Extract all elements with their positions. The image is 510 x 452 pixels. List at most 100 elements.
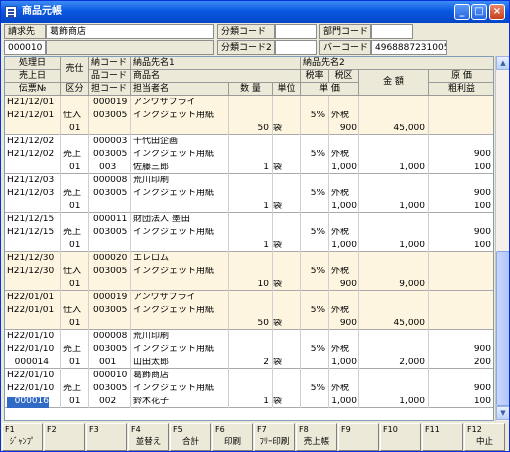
fkey-f9-button[interactable]: F9 (338, 423, 379, 451)
billing-name-field[interactable]: 葛飾商店 (46, 24, 214, 39)
cell-n2: インクジェット用紙 (133, 306, 215, 315)
cell-qty: 2 (263, 358, 269, 367)
fkey-f6-button[interactable]: F6 印刷 (212, 423, 253, 451)
cell-slip (7, 124, 49, 135)
cell-rate: 5% (310, 384, 325, 393)
billing-code-field[interactable]: 000010 (4, 40, 46, 55)
cell-n2: インクジェット用紙 (133, 150, 215, 159)
cell-amount: 2,000 (399, 358, 425, 367)
fkey-label: 中止 (475, 437, 493, 447)
row-divider (428, 96, 429, 135)
cell-ic: 003005 (93, 267, 128, 276)
cell-n3 (133, 280, 227, 291)
row-divider (88, 96, 89, 135)
cell-profit (431, 124, 491, 135)
maximize-button[interactable]: □ (471, 4, 487, 20)
cell-type: 売上 (63, 150, 82, 159)
row-divider (130, 96, 131, 135)
cell-tax: 外税 (331, 306, 350, 315)
row-divider (130, 291, 131, 330)
cell-d2: H22/01/01 (7, 306, 55, 315)
row-divider (88, 213, 89, 252)
row-divider (88, 174, 89, 213)
cell-rc (99, 241, 129, 252)
cell-tax: 外税 (331, 189, 350, 198)
cell-type: 売上 (63, 189, 82, 198)
table-row[interactable]: H21/12/30 H21/12/30 仕入 01 000020 003005 エレロム イン… (5, 252, 493, 291)
cell-unit: 袋 (273, 397, 283, 406)
cell-dc: 000010 (93, 371, 128, 380)
cell-cost (431, 306, 491, 317)
fkey-number: F3 (89, 425, 99, 434)
cell-profit (431, 280, 491, 291)
table-row[interactable]: H21/12/02 H21/12/02 売上 01 000003 003005 003 千代田… (5, 135, 493, 174)
cell-dc: 000008 (93, 176, 128, 185)
cell-d1: H22/01/10 (7, 332, 55, 341)
cell-rc (99, 202, 129, 213)
fkey-f7-button[interactable]: F7 ﾌﾘｰ印刷 (254, 423, 295, 451)
cell-kubun: 01 (69, 163, 81, 172)
row-divider (300, 252, 301, 291)
fkey-f11-button[interactable]: F11 (422, 423, 463, 451)
row-divider (130, 252, 131, 291)
cell-unit: 袋 (273, 358, 283, 367)
table-row[interactable]: H21/12/15 H21/12/15 売上 01 000011 003005 財団法人 墨… (5, 213, 493, 252)
cell-n3 (133, 202, 227, 213)
table-row[interactable]: H22/01/10 H22/01/10 000014 売上 01 000008 003005… (5, 330, 493, 369)
cell-n2: インクジェット用紙 (133, 345, 215, 354)
cell-rc: 003 (99, 163, 117, 172)
fkey-f10-button[interactable]: F10 (380, 423, 421, 451)
cell-rc (99, 319, 129, 330)
cell-price: 1,000 (331, 397, 357, 406)
cell-qty: 1 (263, 163, 269, 172)
scroll-up-icon[interactable]: ▲ (496, 56, 509, 70)
cell-slip (7, 202, 49, 213)
cell-amount: 1,000 (399, 202, 425, 211)
cell-d1: H22/01/01 (7, 293, 55, 302)
fkey-f3-button[interactable]: F3 (86, 423, 127, 451)
close-button[interactable]: × (489, 4, 505, 20)
cell-n2: インクジェット用紙 (133, 111, 215, 120)
class-code2-field[interactable] (275, 40, 317, 55)
scroll-down-icon[interactable]: ▼ (496, 406, 509, 420)
cell-dc: 000019 (93, 293, 128, 302)
cell-qty: 1 (263, 202, 269, 211)
row-divider (358, 330, 359, 369)
table-row[interactable]: H21/12/01 H21/12/01 仕入 01 000019 003005 アンワサプラ… (5, 96, 493, 135)
table-row[interactable]: H21/12/03 H21/12/03 売上 01 000008 003005 荒川印刷 イン… (5, 174, 493, 213)
cell-slip (7, 163, 49, 174)
vertical-scrollbar[interactable]: ▲ ▼ (495, 56, 509, 421)
class-code-label: 分類コード (217, 24, 275, 39)
cell-profit: 200 (473, 358, 491, 367)
ledger-grid[interactable]: 処理日 売上日 伝票№ 売仕 区分 納コード 品コード 担コード 納品先名1 商… (4, 56, 494, 421)
title-bar[interactable]: 商品元帳 _ □ × (1, 1, 509, 23)
cell-ic: 003005 (93, 189, 128, 198)
col-deliv-name2: 納品先名2 (301, 57, 493, 70)
row-divider (428, 135, 429, 174)
fkey-f1-button[interactable]: F1 ｼﾞｬﾝﾌﾟ (2, 423, 43, 451)
fkey-f5-button[interactable]: F5 合計 (170, 423, 211, 451)
cell-unit: 袋 (273, 124, 283, 133)
cell-rc (99, 124, 129, 135)
minimize-button[interactable]: _ (454, 4, 470, 20)
row-divider (88, 291, 89, 330)
table-row[interactable]: H22/01/10 H22/01/10 000016 売上 01 000010 003005… (5, 369, 493, 408)
cell-n2: インクジェット用紙 (133, 267, 215, 276)
barcode-field[interactable]: 4968887231005 (371, 40, 447, 55)
fkey-f12-button[interactable]: F12 中止 (464, 423, 505, 451)
table-row[interactable]: H22/01/01 H22/01/01 仕入 01 000019 003005 アンワサプラ… (5, 291, 493, 330)
dept-code-field[interactable] (371, 24, 413, 39)
class-code-field[interactable] (275, 24, 317, 39)
fkey-f4-button[interactable]: F4 並替え (128, 423, 169, 451)
cell-profit (431, 319, 491, 330)
function-key-bar: F1 ｼﾞｬﾝﾌﾟ F2 F3 F4 並替え F5 合計 F6 印刷 F7 ﾌﾘｰ印刷 F8 売上帳 F9 F… (1, 423, 509, 451)
cell-ic: 003005 (93, 306, 128, 315)
cell-kubun: 01 (69, 124, 81, 133)
col-proc-date: 処理日 (5, 57, 61, 70)
col-amount: 金 額 (359, 70, 429, 96)
scroll-thumb[interactable] (496, 251, 509, 406)
cell-d2: H21/12/30 (7, 267, 55, 276)
fkey-f8-button[interactable]: F8 売上帳 (296, 423, 337, 451)
cell-n3: 鈴木花子 (133, 397, 170, 406)
fkey-f2-button[interactable]: F2 (44, 423, 85, 451)
